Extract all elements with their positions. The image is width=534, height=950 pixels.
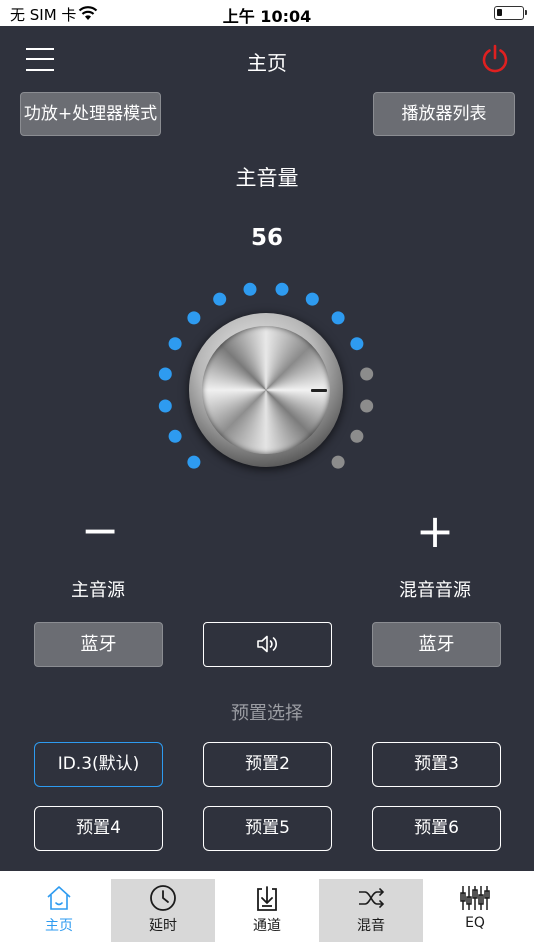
battery-icon [494,6,527,20]
volume-dot [187,311,201,325]
volume-dot [168,337,182,351]
tab-bar: 主页 延时 通道 混音 EQ [0,871,534,950]
volume-dot [350,337,364,351]
mix-source-button[interactable]: 蓝牙 [372,622,501,667]
mode-button[interactable]: 功放+处理器模式 [20,92,161,136]
volume-value: 56 [250,225,283,251]
volume-dot [331,311,345,325]
volume-dot [275,282,289,296]
preset-button-4[interactable]: 预置4 [34,806,163,851]
volume-dot [350,429,364,443]
tab-label: 混音 [357,918,385,934]
preset-button-2[interactable]: 预置2 [203,742,332,787]
download-icon [257,886,277,911]
tab-delay[interactable]: 延时 [111,879,215,942]
preset-section-title: 预置选择 [231,703,303,724]
clock-icon [150,885,176,911]
tab-label: 通道 [253,918,281,934]
preset-button-3[interactable]: 预置3 [372,742,501,787]
home-icon [47,886,71,910]
volume-dot [158,367,172,381]
volume-dot [168,429,182,443]
volume-dot [360,399,374,413]
volume-dot [305,292,319,306]
knob-marker [311,389,327,392]
tab-channel[interactable]: 通道 [215,879,319,942]
speaker-toggle-button[interactable] [203,622,332,667]
volume-up-button[interactable]: + [410,508,460,554]
tab-label: 延时 [149,918,177,934]
speaker-icon [256,635,277,653]
volume-dot [213,292,227,306]
tab-home[interactable]: 主页 [7,879,111,942]
clock-text: 上午 10:04 [222,7,312,26]
equalizer-icon [460,886,490,910]
mix-source-label: 混音音源 [399,580,471,601]
volume-dot [243,282,257,296]
tab-mix[interactable]: 混音 [319,879,423,942]
page-title: 主页 [247,51,287,75]
status-bar: 无 SIM 卡 上午 10:04 [0,0,534,26]
preset-button-1[interactable]: ID.3(默认) [34,742,163,787]
volume-dot [331,455,345,469]
main-source-button[interactable]: 蓝牙 [34,622,163,667]
shuffle-icon [359,888,385,908]
volume-dot [360,367,374,381]
volume-dot [187,455,201,469]
tab-eq[interactable]: EQ [423,879,527,942]
preset-button-5[interactable]: 预置5 [203,806,332,851]
volume-title: 主音量 [235,166,299,190]
volume-dot [158,399,172,413]
volume-down-button[interactable]: − [75,507,125,553]
volume-knob[interactable] [189,313,343,467]
tab-label: EQ [465,915,485,931]
power-icon[interactable] [480,44,510,74]
tab-label: 主页 [45,918,73,934]
player-list-button[interactable]: 播放器列表 [373,92,515,136]
preset-button-6[interactable]: 预置6 [372,806,501,851]
main-source-label: 主音源 [71,580,125,601]
